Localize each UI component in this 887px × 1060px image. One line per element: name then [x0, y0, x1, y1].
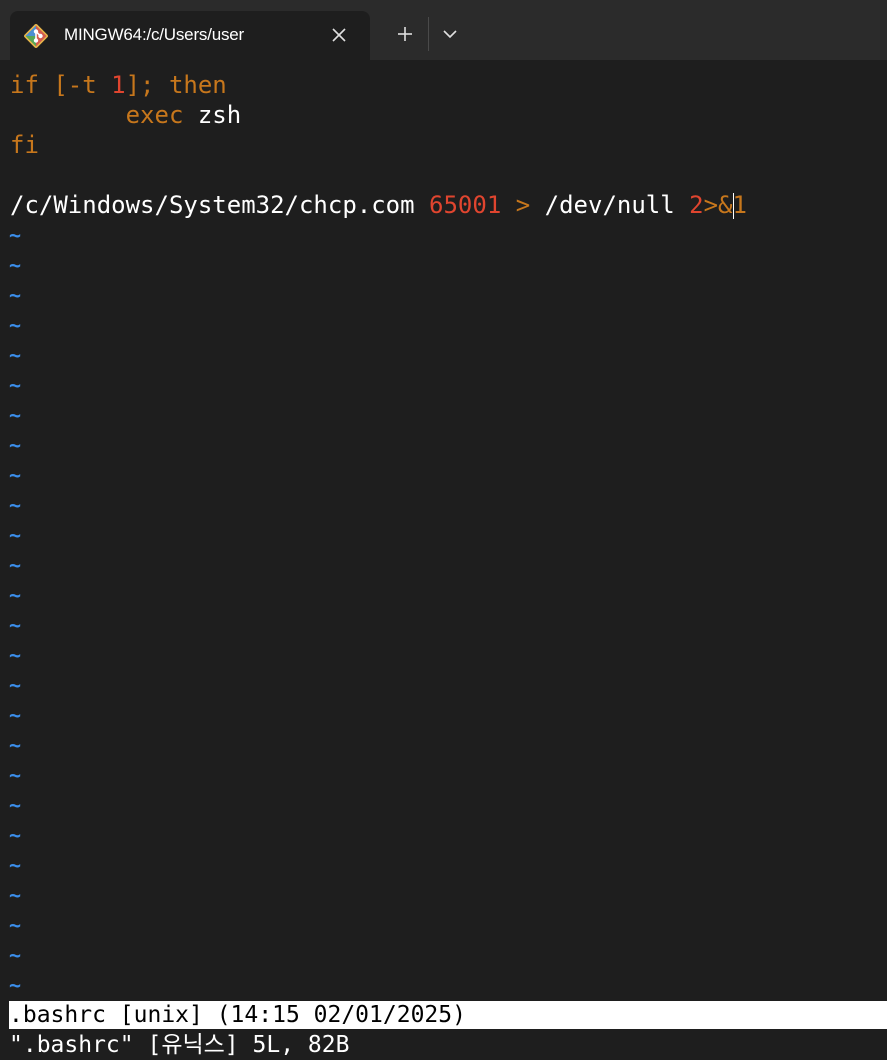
tab-bar: MINGW64:/c/Users/user: [0, 0, 887, 60]
empty-line-tilde: ~: [9, 943, 22, 967]
tab-title: MINGW64:/c/Users/user: [64, 25, 244, 44]
empty-line-tilde: ~: [9, 733, 22, 757]
code-line-1: if [-t 1]; then: [10, 70, 227, 100]
code-line-3: fi: [10, 130, 39, 160]
code-line-2: exec zsh: [10, 100, 242, 130]
stdout-number: 1: [732, 191, 747, 219]
empty-line-tilde: ~: [9, 823, 22, 847]
codepage-number: 65001: [429, 191, 502, 219]
chcp-path: /c/Windows/System32/chcp.com: [10, 191, 430, 219]
empty-line-tilde: ~: [9, 343, 22, 367]
redirect-operator: >: [501, 191, 545, 219]
empty-line-tilde: ~: [9, 793, 22, 817]
terminal-tab[interactable]: MINGW64:/c/Users/user: [10, 11, 370, 60]
keyword-if: if: [10, 71, 54, 99]
empty-line-tilde: ~: [9, 493, 22, 517]
empty-line-tilde: ~: [9, 703, 22, 727]
empty-line-tilde: ~: [9, 433, 22, 457]
git-icon: [24, 24, 48, 48]
empty-line-tilde: ~: [9, 523, 22, 547]
empty-line-tilde: ~: [9, 643, 22, 667]
keyword-exec: exec: [125, 101, 184, 129]
empty-line-tilde: ~: [9, 973, 22, 997]
tab-divider: [428, 17, 429, 51]
empty-line-tilde: ~: [9, 613, 22, 637]
vim-message-line: ".bashrc" [유닉스] 5L, 82B: [9, 1032, 350, 1058]
keyword-then: ]; then: [125, 71, 227, 99]
empty-line-tilde: ~: [9, 883, 22, 907]
redirect-operator-2: >&: [703, 191, 733, 219]
empty-line-tilde: ~: [9, 283, 22, 307]
code-line-5: /c/Windows/System32/chcp.com 65001 > /de…: [10, 190, 747, 220]
plus-icon[interactable]: [392, 21, 418, 47]
command-zsh: zsh: [183, 101, 242, 129]
number-literal: 1: [111, 71, 126, 99]
chevron-down-icon[interactable]: [438, 21, 462, 47]
empty-line-tilde: ~: [9, 463, 22, 487]
empty-line-tilde: ~: [9, 313, 22, 337]
empty-line-tilde: ~: [9, 763, 22, 787]
stderr-number: 2: [689, 191, 704, 219]
dev-null: /dev/null: [544, 191, 690, 219]
empty-line-tilde: ~: [9, 373, 22, 397]
empty-line-tilde: ~: [9, 673, 22, 697]
empty-line-tilde: ~: [9, 913, 22, 937]
empty-line-tilde: ~: [9, 403, 22, 427]
empty-line-tilde: ~: [9, 583, 22, 607]
close-icon[interactable]: [328, 24, 350, 46]
empty-line-tilde: ~: [9, 223, 22, 247]
vim-statusline: .bashrc [unix] (14:15 02/01/2025): [9, 1001, 887, 1029]
empty-line-tilde: ~: [9, 553, 22, 577]
empty-line-tilde: ~: [9, 253, 22, 277]
test-bracket: [-t: [53, 71, 112, 99]
empty-line-tilde: ~: [9, 853, 22, 877]
terminal-area[interactable]: if [-t 1]; then exec zsh fi /c/Windows/S…: [0, 60, 887, 1060]
keyword-fi: fi: [10, 131, 39, 159]
